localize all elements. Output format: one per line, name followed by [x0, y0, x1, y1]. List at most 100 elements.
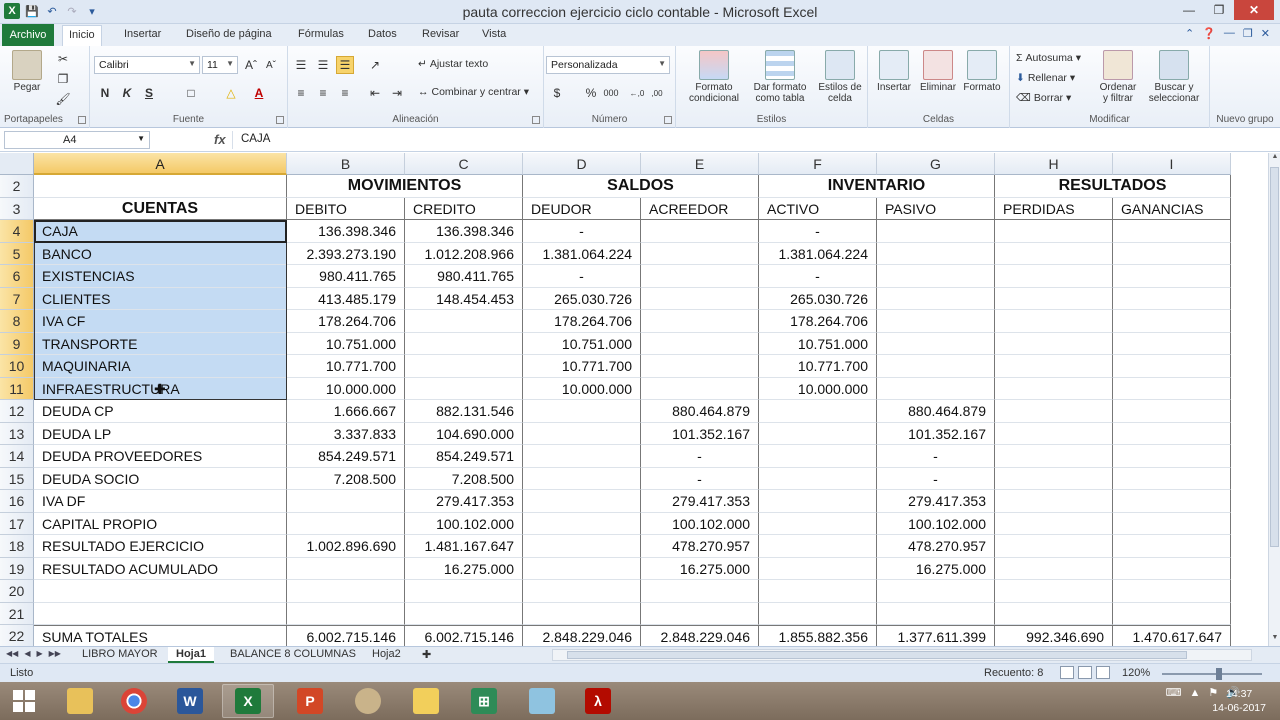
amount-cell[interactable]: 265.030.726: [759, 287, 877, 310]
amount-cell[interactable]: [995, 310, 1113, 333]
row-header[interactable]: 2: [0, 175, 34, 198]
amount-cell[interactable]: [405, 602, 523, 625]
amount-cell[interactable]: 6.002.715.146: [405, 625, 523, 646]
delete-cells-button[interactable]: Eliminar: [916, 50, 960, 93]
amount-cell[interactable]: [641, 265, 759, 288]
amount-cell[interactable]: [523, 602, 641, 625]
page-break-view-icon[interactable]: [1096, 666, 1110, 679]
amount-cell[interactable]: [1113, 242, 1231, 265]
column-title-f[interactable]: ACTIVO: [759, 197, 877, 220]
column-header-i[interactable]: I: [1113, 153, 1231, 175]
amount-cell[interactable]: [1113, 220, 1231, 243]
font-launcher-icon[interactable]: [276, 116, 284, 124]
font-color-icon[interactable]: A: [250, 84, 268, 102]
formula-input[interactable]: CAJA: [232, 131, 1268, 149]
thousands-format-button[interactable]: 000: [602, 84, 620, 102]
column-header-a[interactable]: A: [34, 153, 287, 175]
row-header[interactable]: 7: [0, 287, 34, 310]
amount-cell[interactable]: [877, 377, 995, 400]
amount-cell[interactable]: -: [641, 467, 759, 490]
row-header[interactable]: 8: [0, 310, 34, 333]
account-name-cell[interactable]: MAQUINARIA: [34, 355, 287, 378]
amount-cell[interactable]: [995, 512, 1113, 535]
account-name-cell[interactable]: BANCO: [34, 242, 287, 265]
amount-cell[interactable]: [287, 557, 405, 580]
amount-cell[interactable]: 1.470.617.647: [1113, 625, 1231, 646]
account-name-cell[interactable]: CLIENTES: [34, 287, 287, 310]
normal-view-icon[interactable]: [1060, 666, 1074, 679]
row-header[interactable]: 6: [0, 265, 34, 288]
insert-cells-button[interactable]: Insertar: [874, 50, 914, 93]
amount-cell[interactable]: 1.381.064.224: [523, 242, 641, 265]
amount-cell[interactable]: 7.208.500: [287, 467, 405, 490]
currency-format-button[interactable]: $: [548, 84, 566, 102]
close-button[interactable]: ✕: [1234, 0, 1274, 20]
row-header[interactable]: 5: [0, 242, 34, 265]
amount-cell[interactable]: [1113, 580, 1231, 603]
customize-qat-icon[interactable]: ▾: [84, 3, 100, 19]
amount-cell[interactable]: [1113, 377, 1231, 400]
increase-indent-icon[interactable]: ⇥: [388, 84, 406, 102]
workbook-minimize-icon[interactable]: —: [1224, 27, 1235, 40]
amount-cell[interactable]: [641, 220, 759, 243]
help-icon[interactable]: ❓: [1202, 27, 1216, 40]
scroll-down-icon[interactable]: ▼: [1269, 634, 1280, 646]
taskbar-acrobat[interactable]: λ: [572, 684, 624, 718]
amount-cell[interactable]: [523, 467, 641, 490]
amount-cell[interactable]: [877, 220, 995, 243]
amount-cell[interactable]: 16.275.000: [405, 557, 523, 580]
amount-cell[interactable]: [759, 535, 877, 558]
row-header[interactable]: 3: [0, 197, 34, 220]
row-header[interactable]: 9: [0, 332, 34, 355]
amount-cell[interactable]: [287, 490, 405, 513]
prev-sheet-icon[interactable]: ◀: [24, 649, 30, 658]
sort-filter-button[interactable]: Ordenar y filtrar: [1096, 50, 1140, 104]
borders-icon[interactable]: □: [182, 84, 200, 102]
amount-cell[interactable]: [995, 242, 1113, 265]
account-name-cell[interactable]: DEUDA SOCIO: [34, 467, 287, 490]
taskbar-excel[interactable]: X: [222, 684, 274, 718]
amount-cell[interactable]: [1113, 557, 1231, 580]
amount-cell[interactable]: [405, 377, 523, 400]
amount-cell[interactable]: 265.030.726: [523, 287, 641, 310]
amount-cell[interactable]: [995, 602, 1113, 625]
amount-cell[interactable]: [995, 220, 1113, 243]
underline-button[interactable]: S: [140, 84, 158, 102]
sheet-tab-libro-mayor[interactable]: LIBRO MAYOR: [74, 647, 166, 663]
row-header[interactable]: 13: [0, 422, 34, 445]
tab-data[interactable]: Datos: [368, 28, 397, 40]
amount-cell[interactable]: -: [759, 220, 877, 243]
amount-cell[interactable]: [523, 557, 641, 580]
header-resultados[interactable]: RESULTADOS: [995, 175, 1231, 198]
row-header[interactable]: 11: [0, 377, 34, 400]
increase-decimal-button[interactable]: ←,0: [628, 84, 646, 102]
amount-cell[interactable]: [759, 400, 877, 423]
amount-cell[interactable]: [641, 377, 759, 400]
amount-cell[interactable]: [877, 355, 995, 378]
name-box[interactable]: A4 ▼: [4, 131, 150, 149]
amount-cell[interactable]: [1113, 310, 1231, 333]
taskbar-paint[interactable]: [342, 684, 394, 718]
amount-cell[interactable]: [759, 422, 877, 445]
amount-cell[interactable]: [287, 580, 405, 603]
amount-cell[interactable]: [995, 557, 1113, 580]
tab-home[interactable]: Inicio: [62, 25, 102, 46]
amount-cell[interactable]: 178.264.706: [523, 310, 641, 333]
italic-button[interactable]: K: [118, 84, 136, 102]
amount-cell[interactable]: 1.481.167.647: [405, 535, 523, 558]
header-inventario[interactable]: INVENTARIO: [759, 175, 995, 198]
decrease-decimal-button[interactable]: ,00: [648, 84, 666, 102]
amount-cell[interactable]: [759, 445, 877, 468]
amount-cell[interactable]: 1.381.064.224: [759, 242, 877, 265]
amount-cell[interactable]: 3.337.833: [287, 422, 405, 445]
amount-cell[interactable]: 1.002.896.690: [287, 535, 405, 558]
column-title-e[interactable]: ACREEDOR: [641, 197, 759, 220]
amount-cell[interactable]: [877, 332, 995, 355]
amount-cell[interactable]: [523, 512, 641, 535]
amount-cell[interactable]: [759, 490, 877, 513]
taskbar-word[interactable]: W: [164, 684, 216, 718]
keyboard-icon[interactable]: ⌨: [1166, 686, 1182, 699]
amount-cell[interactable]: [995, 422, 1113, 445]
amount-cell[interactable]: [995, 535, 1113, 558]
amount-cell[interactable]: [877, 580, 995, 603]
